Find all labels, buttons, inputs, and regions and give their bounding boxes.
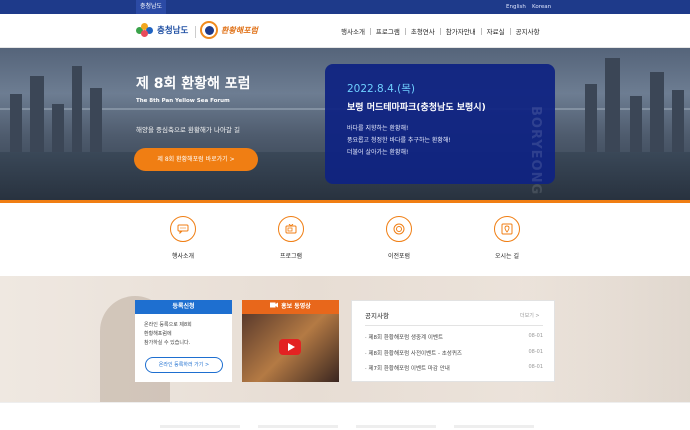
chat-icon — [170, 216, 196, 242]
quick-menu-label: 이전포럼 — [387, 253, 411, 260]
quick-menu-label: 프로그램 — [279, 253, 303, 260]
logo-divider — [195, 26, 196, 38]
chevron-right-icon: > — [535, 313, 540, 319]
notice-item[interactable]: · 제7회 환황해포럼 이벤트 마감 안내 08-01 — [365, 364, 543, 372]
promo-video-title: 홍보 동영상 — [281, 303, 311, 310]
hero-building — [52, 104, 64, 154]
hero-building — [650, 72, 664, 154]
footer-strip — [0, 402, 690, 430]
target-icon — [386, 216, 412, 242]
forum-shortcut-label: 제 8회 환황해포럼 바로가기 — [157, 156, 228, 163]
forum-shortcut-button[interactable]: 제 8회 환황해포럼 바로가기 > — [134, 148, 258, 171]
quick-menu-label: 오시는 길 — [495, 253, 519, 260]
footer-placeholder — [258, 425, 338, 428]
hero-tagline: 해양을 중심축으로 환황해가 나아갈 길 — [136, 126, 240, 134]
info-section-background — [0, 276, 690, 402]
promo-video-header: 홍보 동영상 — [242, 300, 339, 314]
hero-building — [630, 96, 642, 154]
footer-placeholder — [356, 425, 436, 428]
chevron-right-icon: > — [204, 362, 210, 368]
region-link[interactable]: 충청남도 — [136, 0, 167, 14]
panel-line: 더불어 살아가는 환황해! — [347, 149, 409, 156]
hero-banner: 제 8회 환황해 포럼 The 8th Pan Yellow Sea Forum… — [0, 48, 690, 200]
hero-title: 제 8회 환황해 포럼 — [136, 76, 251, 92]
site-header: 충청남도 환황해포럼 행사소개 프로그램 초청연사 참가자안내 자료실 공지사항 — [0, 14, 690, 48]
notice-item-title: 제8회 환황해포럼 사전이벤트 - 초성퀴즈 — [368, 351, 462, 357]
top-utility-bar: 충청남도 English Korean — [0, 0, 690, 14]
notice-item-title: 제8회 환황해포럼 생중계 이벤트 — [368, 335, 444, 341]
nav-item-participant-guide[interactable]: 참가자안내 — [441, 26, 481, 36]
hero-building — [672, 90, 684, 154]
notice-item[interactable]: · 제8회 환황해포럼 사전이벤트 - 초성퀴즈 08-01 — [365, 349, 543, 357]
notice-item-date: 08-01 — [528, 333, 543, 339]
nav-item-archive[interactable]: 자료실 — [482, 26, 510, 36]
chungnam-logo[interactable]: 충청남도 — [136, 23, 188, 37]
registration-text-line: 참가하실 수 있습니다. — [144, 340, 191, 346]
hero-building — [30, 76, 44, 154]
notice-more-label: 더보기 — [520, 313, 534, 319]
nav-item-notice[interactable]: 공지사항 — [511, 26, 545, 36]
panel-line: 바다를 지향하는 환황해! — [347, 125, 409, 132]
notice-more-link[interactable]: 더보기 > — [520, 312, 540, 319]
online-registration-button[interactable]: 온라인 등록하러 가기 > — [145, 357, 223, 373]
nav-item-speakers[interactable]: 초청연사 — [406, 26, 440, 36]
forum-logo[interactable]: 환황해포럼 — [200, 21, 258, 39]
event-venue: 보령 머드테마파크(충청남도 보령시) — [347, 103, 486, 113]
chevron-right-icon: > — [229, 156, 235, 163]
location-icon — [494, 216, 520, 242]
lang-korean-link[interactable]: Korean — [532, 0, 551, 14]
registration-text-line: 환황해포럼에 — [144, 331, 172, 337]
registration-card-title: 등록신청 — [135, 300, 232, 314]
play-button-icon[interactable] — [279, 339, 301, 355]
hero-building — [585, 84, 597, 154]
quick-menu-past-forums[interactable]: 이전포럼 — [369, 216, 429, 260]
lang-english-link[interactable]: English — [506, 0, 526, 14]
tv-icon — [278, 216, 304, 242]
nav-item-event-intro[interactable]: 행사소개 — [336, 26, 370, 36]
online-registration-label: 온라인 등록하러 가기 — [158, 362, 204, 368]
main-nav: 행사소개 프로그램 초청연사 참가자안내 자료실 공지사항 — [336, 14, 545, 48]
panel-line: 풍요롭고 청정한 바다를 추구하는 환황해! — [347, 137, 451, 144]
nav-item-program[interactable]: 프로그램 — [371, 26, 405, 36]
quick-menu: 행사소개 프로그램 이전포럼 오시는 길 — [0, 203, 690, 276]
footer-placeholder — [160, 425, 240, 428]
notice-board-title: 공지사항 — [365, 312, 389, 320]
notice-divider — [365, 325, 543, 326]
notice-board-card: 공지사항 더보기 > · 제8회 환황해포럼 생중계 이벤트 08-01 · 제… — [351, 300, 555, 382]
notice-item-date: 08-01 — [528, 349, 543, 355]
registration-card: 등록신청 온라인 등록으로 제8회 환황해포럼에 참가하실 수 있습니다. 온라… — [135, 300, 232, 382]
hero-building — [605, 58, 620, 154]
forum-logo-text: 환황해포럼 — [221, 25, 258, 35]
registration-text-line: 온라인 등록으로 제8회 — [144, 322, 192, 328]
video-camera-icon — [270, 300, 279, 314]
footer-placeholder — [454, 425, 534, 428]
notice-item-date: 08-01 — [528, 364, 543, 370]
event-date: 2022.8.4.(목) — [347, 83, 415, 95]
hero-building — [10, 94, 22, 154]
hero-building — [72, 66, 82, 154]
quick-menu-event-intro[interactable]: 행사소개 — [153, 216, 213, 260]
hero-building — [90, 88, 102, 154]
boryeong-watermark: BORYEONG — [528, 106, 543, 196]
registration-card-body: 온라인 등록으로 제8회 환황해포럼에 참가하실 수 있습니다. — [135, 314, 232, 348]
quick-menu-program[interactable]: 프로그램 — [261, 216, 321, 260]
quick-menu-directions[interactable]: 오시는 길 — [477, 216, 537, 260]
event-info-panel: 2022.8.4.(목) 보령 머드테마파크(충청남도 보령시) 바다를 지향하… — [325, 64, 555, 195]
notice-item[interactable]: · 제8회 환황해포럼 생중계 이벤트 08-01 — [365, 333, 543, 341]
promo-video-card: 홍보 동영상 — [242, 300, 339, 382]
quick-menu-label: 행사소개 — [171, 253, 195, 260]
hero-subtitle: The 8th Pan Yellow Sea Forum — [136, 98, 230, 104]
forum-logo-icon — [200, 21, 218, 39]
chungnam-logo-text: 충청남도 — [157, 26, 189, 36]
chungnam-logo-icon — [136, 23, 154, 37]
notice-item-title: 제7회 환황해포럼 이벤트 마감 안내 — [368, 366, 450, 372]
